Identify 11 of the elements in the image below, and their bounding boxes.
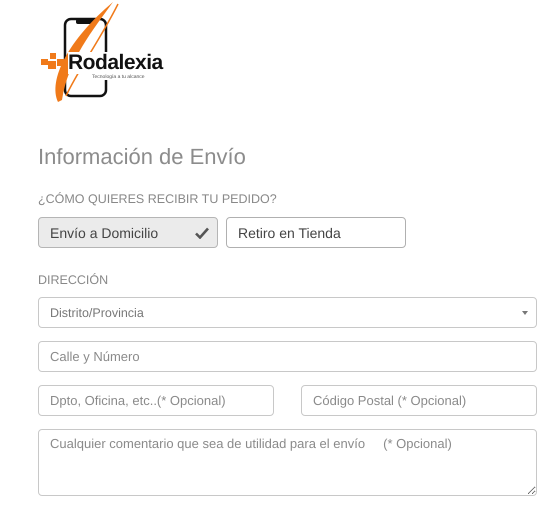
- street-field[interactable]: Calle y Número: [38, 341, 537, 372]
- page-title: Información de Envío: [38, 144, 247, 170]
- section-label: DIRECCIÓN: [38, 273, 110, 287]
- delivery-option-button[interactable]: Envío a Domicilio: [38, 217, 218, 248]
- brand-name: Rodalexia: [68, 52, 163, 74]
- comment-field[interactable]: Cualquier comentario que sea de utilidad para el envío (* Opcional): [38, 429, 537, 496]
- delivery-option-button[interactable]: Retiro en Tienda: [226, 217, 406, 248]
- section-label: ¿CÓMO QUIERES RECIBIR TU PEDIDO?: [38, 192, 278, 206]
- unit-field[interactable]: Dpto, Oficina, etc..(* Opcional): [38, 385, 274, 416]
- district-select[interactable]: Distrito/Provincia: [38, 297, 537, 328]
- postal-code-field[interactable]: Código Postal (* Opcional): [301, 385, 537, 416]
